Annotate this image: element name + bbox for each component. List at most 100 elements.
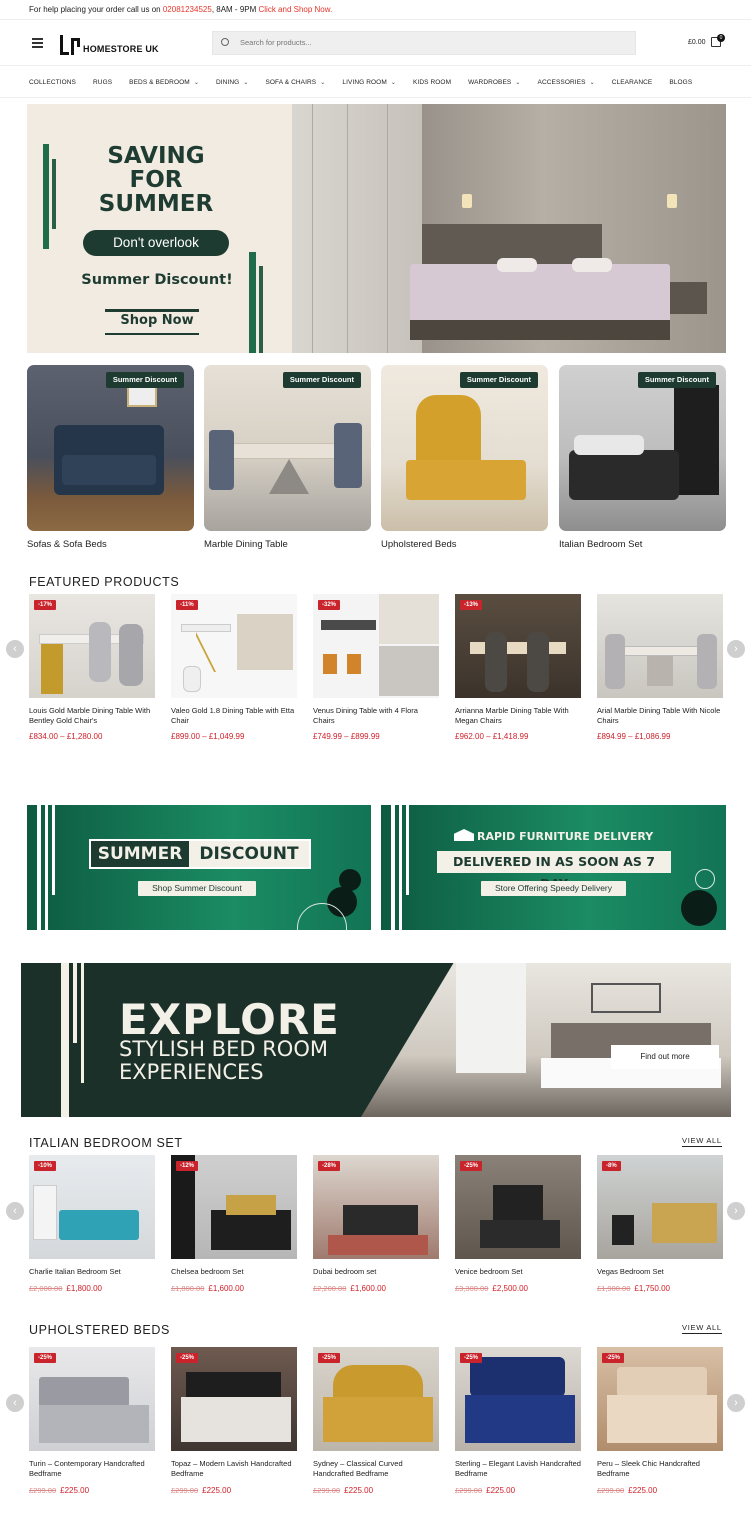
summer-discount-badge: Summer Discount [282, 372, 361, 388]
product-name[interactable]: Topaz – Modern Lavish Handcrafted Bedfra… [171, 1459, 297, 1478]
nav-item-blogs[interactable]: BLOGS [669, 79, 692, 86]
summer-discount-heading: SUMMER DISCOUNT [89, 839, 311, 869]
discount-badge: -25% [460, 1353, 483, 1363]
product-name[interactable]: Louis Gold Marble Dining Table With Bent… [29, 706, 155, 725]
product-price: £894.99 – £1,086.99 [597, 732, 671, 741]
hero-title: SAVING FOR SUMMER [98, 143, 214, 217]
hero-subtitle: Summer Discount! [81, 272, 233, 288]
hamburger-icon[interactable] [32, 38, 43, 48]
shop-now-link[interactable]: Click and Shop Now. [259, 5, 333, 14]
product-name[interactable]: Dubai bedroom set [313, 1267, 439, 1277]
chevron-down-icon: ⌄ [193, 79, 199, 86]
nav-item-clearance[interactable]: CLEARANCE [612, 79, 653, 86]
hours-text: , 8AM - 9PM [211, 5, 259, 14]
featured-products-title: FEATURED PRODUCTS [29, 575, 180, 589]
product-name[interactable]: Venus Dining Table with 4 Flora Chairs [313, 706, 439, 725]
discount-badge: -25% [176, 1353, 199, 1363]
view-all-link[interactable]: VIEW ALL [682, 1323, 722, 1334]
discount-badge: -25% [602, 1353, 625, 1363]
nav-item-wardrobes[interactable]: WARDROBES ⌄ [468, 79, 520, 86]
rapid-delivery-banner[interactable]: RAPID FURNITURE DELIVERY DELIVERED IN AS… [381, 805, 726, 930]
hero-banner[interactable]: SAVING FOR SUMMER Don't overlook Summer Di… [27, 104, 726, 353]
hero-underline [105, 333, 199, 335]
product-price: £1,900.00 £1,750.00 [597, 1284, 670, 1293]
discount-badge: -25% [318, 1353, 341, 1363]
cart-count-badge: 0 [717, 34, 725, 42]
chevron-down-icon: ⌄ [515, 79, 521, 86]
shop-summer-discount-button[interactable]: Shop Summer Discount [138, 881, 256, 896]
product-price: £299.00 £225.00 [313, 1486, 374, 1495]
summer-discount-badge: Summer Discount [105, 372, 184, 388]
product-name[interactable]: Arrianna Marble Dining Table With Megan … [455, 706, 581, 725]
nav-item-accessories[interactable]: ACCESSORIES ⌄ [538, 79, 595, 86]
nav-item-dining[interactable]: DINING ⌄ [216, 79, 249, 86]
search-input[interactable]: Search for products... [212, 31, 636, 55]
view-all-link[interactable]: VIEW ALL [682, 1136, 722, 1147]
category-label[interactable]: Sofas & Sofa Beds [27, 539, 107, 550]
chevron-right-icon[interactable]: › [727, 1202, 745, 1220]
cart-total[interactable]: £0.00 [688, 39, 706, 46]
product-price: £3,300.00 £2,500.00 [455, 1284, 528, 1293]
product-price: £1,800.00 £1,600.00 [171, 1284, 244, 1293]
nav-item-kids-room[interactable]: KIDS ROOM [413, 79, 451, 86]
discount-badge: -25% [460, 1161, 483, 1171]
discount-badge: -8% [602, 1161, 621, 1171]
product-price: £834.00 – £1,280.00 [29, 732, 103, 741]
phone-link[interactable]: 02081234525 [163, 5, 212, 14]
product-price: £962.00 – £1,418.99 [455, 732, 529, 741]
product-name[interactable]: Sydney – Classical Curved Handcrafted Be… [313, 1459, 439, 1478]
product-price: £299.00 £225.00 [29, 1486, 90, 1495]
product-price: £749.99 – £899.99 [313, 732, 380, 741]
chevron-left-icon[interactable]: ‹ [6, 640, 24, 658]
discount-badge: -11% [176, 600, 198, 610]
explore-bedroom-banner[interactable]: EXPLORE STYLISH BED ROOM EXPERIENCES [21, 963, 731, 1117]
find-out-more-button[interactable]: Find out more [611, 1045, 719, 1069]
product-price: £2,000.00 £1,800.00 [29, 1284, 102, 1293]
nav-item-living-room[interactable]: LIVING ROOM ⌄ [342, 79, 396, 86]
chevron-left-icon[interactable]: ‹ [6, 1394, 24, 1412]
product-name[interactable]: Chelsea bedroom Set [171, 1267, 297, 1277]
nav-item-collections[interactable]: COLLECTIONS [29, 79, 76, 86]
category-image [559, 365, 726, 531]
product-name[interactable]: Sterling – Elegant Lavish Handcrafted Be… [455, 1459, 581, 1478]
discount-badge: -28% [318, 1161, 341, 1171]
speedy-delivery-button[interactable]: Store Offering Speedy Delivery [481, 881, 626, 896]
product-price: £299.00 £225.00 [455, 1486, 516, 1495]
category-image [27, 365, 194, 531]
chevron-left-icon[interactable]: ‹ [6, 1202, 24, 1220]
discount-badge: -10% [34, 1161, 57, 1171]
delivery-heading: RAPID FURNITURE DELIVERY [477, 830, 654, 843]
explore-subtitle: STYLISH BED ROOM EXPERIENCES [119, 1037, 328, 1084]
chevron-right-icon[interactable]: › [727, 1394, 745, 1412]
product-name[interactable]: Venice bedroom Set [455, 1267, 581, 1277]
product-name[interactable]: Valeo Gold 1.8 Dining Table with Etta Ch… [171, 706, 297, 725]
search-icon [221, 38, 229, 46]
nav-item-beds-bedroom[interactable]: BEDS & BEDROOM ⌄ [129, 79, 199, 86]
site-header: HOMESTORE UK Search for products... £0.0… [0, 20, 751, 66]
hero-bedroom-image [292, 104, 726, 353]
discount-badge: -17% [34, 600, 57, 610]
category-label[interactable]: Upholstered Beds [381, 539, 457, 550]
nav-item-rugs[interactable]: RUGS [93, 79, 112, 86]
product-name[interactable]: Arial Marble Dining Table With Nicole Ch… [597, 706, 723, 725]
product-name[interactable]: Peru – Sleek Chic Handcrafted Bedframe [597, 1459, 723, 1478]
product-name[interactable]: Vegas Bedroom Set [597, 1267, 723, 1277]
chevron-down-icon: ⌄ [320, 79, 326, 86]
category-label[interactable]: Marble Dining Table [204, 539, 288, 550]
hero-shop-now-button[interactable]: Shop Now [97, 313, 217, 328]
chevron-down-icon: ⌄ [243, 79, 249, 86]
product-name[interactable]: Charlie Italian Bedroom Set [29, 1267, 155, 1277]
logo-mark-icon [60, 35, 80, 55]
site-logo[interactable]: HOMESTORE UK [60, 33, 159, 55]
nav-item-sofa-chairs[interactable]: SOFA & CHAIRS ⌄ [265, 79, 325, 86]
delivery-tagline: DELIVERED IN AS SOON AS 7 DAY [437, 851, 671, 891]
summer-discount-banner[interactable]: SUMMER DISCOUNT Shop Summer Discount [27, 805, 371, 930]
discount-badge: -25% [34, 1353, 57, 1363]
main-nav: COLLECTIONS RUGS BEDS & BEDROOM ⌄ DINING ⌄… [0, 67, 751, 98]
chevron-right-icon[interactable]: › [727, 640, 745, 658]
hero-text-panel: SAVING FOR SUMMER Don't overlook Summer Di… [27, 104, 292, 353]
category-label[interactable]: Italian Bedroom Set [559, 539, 642, 550]
product-name[interactable]: Turin – Contemporary Handcrafted Bedfram… [29, 1459, 155, 1478]
discount-badge: -12% [176, 1161, 199, 1171]
summer-discount-badge: Summer Discount [459, 372, 538, 388]
